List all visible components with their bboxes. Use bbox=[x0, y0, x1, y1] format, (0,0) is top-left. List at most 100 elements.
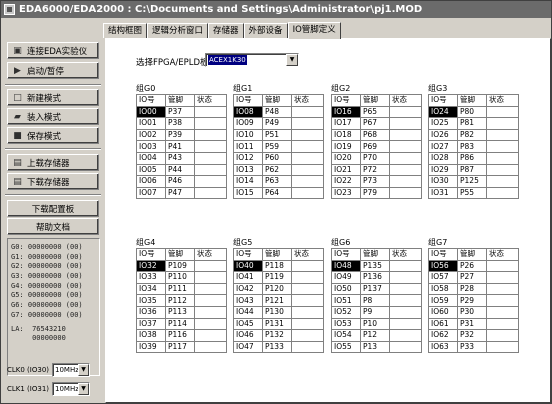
status-cell[interactable] bbox=[291, 105, 324, 119]
io-number-cell[interactable]: IO18 bbox=[331, 128, 361, 142]
pin-cell[interactable]: P46 bbox=[165, 175, 195, 188]
io-number-cell[interactable]: IO62 bbox=[428, 329, 458, 342]
pin-cell[interactable]: P51 bbox=[262, 128, 292, 142]
pin-cell[interactable]: P86 bbox=[457, 151, 487, 165]
table-row[interactable]: IO15 P64 bbox=[233, 186, 324, 200]
table-row[interactable]: IO09 P49 bbox=[233, 117, 324, 130]
status-cell[interactable] bbox=[486, 105, 519, 119]
pin-cell[interactable]: P112 bbox=[165, 294, 195, 307]
io-number-cell[interactable]: IO28 bbox=[428, 151, 458, 165]
pin-cell[interactable]: P38 bbox=[165, 117, 195, 130]
table-row[interactable]: IO28 P86 bbox=[428, 151, 519, 165]
table-row[interactable]: IO60 P30 bbox=[428, 305, 519, 319]
io-number-cell[interactable]: IO43 bbox=[233, 294, 263, 307]
table-row[interactable]: IO55 P13 bbox=[331, 340, 422, 354]
status-cell[interactable] bbox=[291, 175, 324, 188]
table-row[interactable]: IO14 P63 bbox=[233, 175, 324, 188]
status-cell[interactable] bbox=[291, 340, 324, 354]
table-row[interactable]: IO49 P136 bbox=[331, 271, 422, 284]
pin-cell[interactable]: P135 bbox=[360, 259, 390, 273]
pin-cell[interactable]: P67 bbox=[360, 117, 390, 130]
io-number-cell[interactable]: IO24 bbox=[428, 105, 458, 119]
table-row[interactable]: IO47 P133 bbox=[233, 340, 324, 354]
pin-cell[interactable]: P120 bbox=[262, 282, 292, 296]
status-cell[interactable] bbox=[291, 128, 324, 142]
table-row[interactable]: IO22 P73 bbox=[331, 175, 422, 188]
table-row[interactable]: IO12 P60 bbox=[233, 151, 324, 165]
table-row[interactable]: IO43 P121 bbox=[233, 294, 324, 307]
table-row[interactable]: IO00 P37 bbox=[136, 105, 227, 119]
table-row[interactable]: IO23 P79 bbox=[331, 186, 422, 200]
io-number-cell[interactable]: IO23 bbox=[331, 186, 361, 200]
pin-cell[interactable]: P117 bbox=[165, 340, 195, 354]
status-cell[interactable] bbox=[389, 117, 422, 130]
pin-cell[interactable]: P12 bbox=[360, 329, 390, 342]
table-row[interactable]: IO17 P67 bbox=[331, 117, 422, 130]
status-cell[interactable] bbox=[194, 317, 227, 331]
io-number-cell[interactable]: IO15 bbox=[233, 186, 263, 200]
pin-cell[interactable]: P33 bbox=[457, 340, 487, 354]
io-number-cell[interactable]: IO41 bbox=[233, 271, 263, 284]
table-row[interactable]: IO24 P80 bbox=[428, 105, 519, 119]
pin-cell[interactable]: P121 bbox=[262, 294, 292, 307]
io-number-cell[interactable]: IO22 bbox=[331, 175, 361, 188]
status-cell[interactable] bbox=[291, 294, 324, 307]
table-row[interactable]: IO52 P9 bbox=[331, 305, 422, 319]
status-cell[interactable] bbox=[194, 340, 227, 354]
table-row[interactable]: IO03 P41 bbox=[136, 140, 227, 153]
table-row[interactable]: IO56 P26 bbox=[428, 259, 519, 273]
status-cell[interactable] bbox=[194, 294, 227, 307]
io-number-cell[interactable]: IO38 bbox=[136, 329, 166, 342]
io-number-cell[interactable]: IO56 bbox=[428, 259, 458, 273]
pin-cell[interactable]: P70 bbox=[360, 151, 390, 165]
io-number-cell[interactable]: IO52 bbox=[331, 305, 361, 319]
pin-cell[interactable]: P113 bbox=[165, 305, 195, 319]
new-mode-button[interactable]: □ 新建模式 bbox=[7, 89, 99, 106]
table-row[interactable]: IO51 P8 bbox=[331, 294, 422, 307]
table-row[interactable]: IO13 P62 bbox=[233, 163, 324, 177]
io-number-cell[interactable]: IO39 bbox=[136, 340, 166, 354]
status-cell[interactable] bbox=[194, 329, 227, 342]
io-number-cell[interactable]: IO35 bbox=[136, 294, 166, 307]
table-row[interactable]: IO58 P28 bbox=[428, 282, 519, 296]
io-number-cell[interactable]: IO32 bbox=[136, 259, 166, 273]
io-number-cell[interactable]: IO54 bbox=[331, 329, 361, 342]
connect-button[interactable]: ▣ 连接EDA实验仪 bbox=[7, 42, 99, 59]
table-row[interactable]: IO37 P114 bbox=[136, 317, 227, 331]
status-cell[interactable] bbox=[194, 128, 227, 142]
io-number-cell[interactable]: IO13 bbox=[233, 163, 263, 177]
status-cell[interactable] bbox=[389, 175, 422, 188]
status-cell[interactable] bbox=[389, 317, 422, 331]
pin-cell[interactable]: P118 bbox=[262, 259, 292, 273]
pin-cell[interactable]: P73 bbox=[360, 175, 390, 188]
io-number-cell[interactable]: IO06 bbox=[136, 175, 166, 188]
pin-cell[interactable]: P55 bbox=[457, 186, 487, 200]
table-row[interactable]: IO02 P39 bbox=[136, 128, 227, 142]
tab-block-diagram[interactable]: 结构框图 bbox=[103, 23, 148, 38]
status-cell[interactable] bbox=[389, 186, 422, 200]
io-number-cell[interactable]: IO17 bbox=[331, 117, 361, 130]
status-cell[interactable] bbox=[389, 294, 422, 307]
pin-cell[interactable]: P39 bbox=[165, 128, 195, 142]
pin-cell[interactable]: P132 bbox=[262, 329, 292, 342]
pin-cell[interactable]: P81 bbox=[457, 117, 487, 130]
status-cell[interactable] bbox=[389, 329, 422, 342]
io-number-cell[interactable]: IO29 bbox=[428, 163, 458, 177]
pin-cell[interactable]: P9 bbox=[360, 305, 390, 319]
table-row[interactable]: IO50 P137 bbox=[331, 282, 422, 296]
table-row[interactable]: IO53 P10 bbox=[331, 317, 422, 331]
status-cell[interactable] bbox=[486, 163, 519, 177]
status-cell[interactable] bbox=[194, 163, 227, 177]
status-cell[interactable] bbox=[389, 340, 422, 354]
pin-cell[interactable]: P125 bbox=[457, 175, 487, 188]
tab-io-pin-definition[interactable]: IO管脚定义 bbox=[287, 22, 341, 39]
pin-cell[interactable]: P116 bbox=[165, 329, 195, 342]
pin-cell[interactable]: P69 bbox=[360, 140, 390, 153]
io-number-cell[interactable]: IO33 bbox=[136, 271, 166, 284]
table-row[interactable]: IO26 P82 bbox=[428, 128, 519, 142]
status-cell[interactable] bbox=[194, 259, 227, 273]
pin-cell[interactable]: P114 bbox=[165, 317, 195, 331]
pin-cell[interactable]: P8 bbox=[360, 294, 390, 307]
status-cell[interactable] bbox=[194, 117, 227, 130]
io-number-cell[interactable]: IO05 bbox=[136, 163, 166, 177]
